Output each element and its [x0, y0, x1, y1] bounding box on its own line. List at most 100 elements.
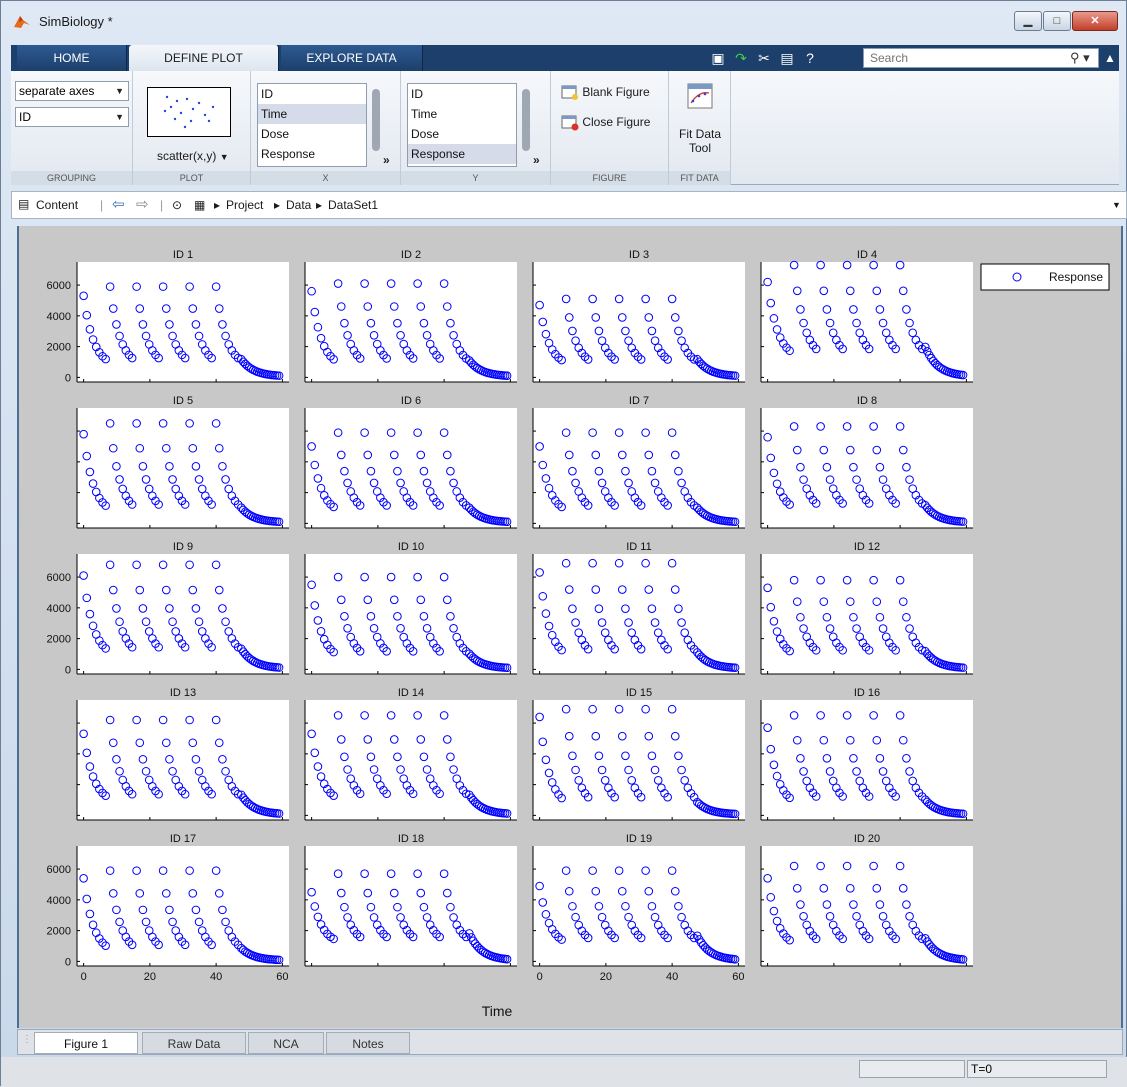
content-toggle[interactable]: Content	[36, 198, 78, 212]
y-section: ID Time Dose Response » Y	[401, 71, 551, 185]
divider: |	[160, 198, 164, 212]
forward-arrow-icon[interactable]: ⇨	[136, 195, 149, 213]
tab-raw-data-label: Raw Data	[167, 1037, 221, 1051]
axes-panel	[761, 846, 973, 966]
x-item-time[interactable]: Time	[258, 104, 366, 124]
axes-panel	[305, 408, 517, 528]
x-variable-list[interactable]: ID Time Dose Response	[257, 83, 367, 167]
y-more-icon[interactable]: »	[533, 153, 540, 167]
ribbon-tab-strip: HOME DEFINE PLOT EXPLORE DATA ▣ ↷ ✂ ▤ ? …	[11, 45, 1119, 71]
axes-panel	[77, 554, 289, 674]
panel-title: ID 18	[398, 833, 424, 845]
search-box[interactable]: ⚲ ▾	[863, 48, 1099, 68]
y-tick-label: 2000	[47, 926, 71, 938]
tab-nca[interactable]: NCA	[248, 1032, 324, 1054]
y-tick-label: 4000	[47, 895, 71, 907]
help-icon[interactable]: ?	[801, 49, 819, 67]
close-icon: ✕	[1090, 15, 1100, 27]
close-figure-button[interactable]: Close Figure	[561, 115, 650, 131]
back-arrow-icon[interactable]: ⇦	[112, 195, 125, 213]
fit-data-section: Fit Data Tool FIT DATA	[669, 71, 731, 185]
address-dropdown-icon[interactable]: ▼	[1112, 200, 1121, 210]
history-dropdown-icon[interactable]: ⊙	[172, 198, 182, 212]
y-item-dose[interactable]: Dose	[408, 124, 516, 144]
axes-panel	[533, 554, 745, 674]
x-item-id[interactable]: ID	[258, 84, 366, 104]
address-bar: ▤ Content | ⇦ ⇨ | ⊙ ▦ ▸ Project ▸ Data ▸…	[11, 191, 1127, 219]
tab-define-plot[interactable]: DEFINE PLOT	[129, 45, 279, 71]
layout-dropdown[interactable]: separate axes ▼	[15, 81, 129, 101]
document-tabs: ⋮ Figure 1 Raw Data NCA Notes	[17, 1029, 1123, 1055]
fit-data-tool-button[interactable]: Fit Data Tool	[669, 127, 731, 155]
y-item-response[interactable]: Response	[408, 144, 516, 164]
y-tick-label: 6000	[47, 280, 71, 292]
panel-title: ID 7	[629, 395, 649, 407]
tools-icon[interactable]: ✂	[755, 49, 773, 67]
breadcrumb-dataset[interactable]: DataSet1	[328, 198, 378, 212]
blank-figure-label: Blank Figure	[582, 85, 650, 100]
figure-section: Blank Figure Close Figure FIGURE	[551, 71, 669, 185]
tab-explore-data[interactable]: EXPLORE DATA	[281, 45, 423, 71]
x-tick-label: 20	[144, 971, 156, 983]
window-icon[interactable]: ▤	[778, 49, 796, 67]
axes-panel	[761, 554, 973, 674]
plot-label: PLOT	[133, 171, 250, 185]
tab-raw-data[interactable]: Raw Data	[142, 1032, 246, 1054]
grouping-label: GROUPING	[11, 171, 132, 185]
minimize-icon: ▁	[1023, 15, 1033, 27]
x-list-scrollbar[interactable]	[369, 81, 383, 161]
collapse-ribbon-icon[interactable]: ▲	[1103, 48, 1117, 68]
axes-panel	[305, 700, 517, 820]
content-panel-icon[interactable]: ▤	[18, 197, 29, 211]
panel-title: ID 10	[398, 541, 424, 553]
breadcrumb-data[interactable]: Data	[286, 198, 311, 212]
group-by-dropdown[interactable]: ID ▼	[15, 107, 129, 127]
panel-title: ID 6	[401, 395, 421, 407]
panel-title: ID 11	[626, 541, 651, 553]
close-figure-icon	[561, 115, 579, 131]
fit-data-tool-icon[interactable]	[687, 83, 713, 109]
y-list-scrollbar[interactable]	[519, 81, 533, 161]
fit-data-label-1: Fit Data	[678, 127, 721, 141]
scatter-preview-icon[interactable]	[147, 87, 231, 137]
tab-figure-1[interactable]: Figure 1	[34, 1032, 138, 1054]
panel-title: ID 3	[629, 249, 649, 261]
search-icon[interactable]: ⚲ ▾	[1070, 50, 1090, 66]
minimize-button[interactable]: ▁	[1014, 11, 1042, 31]
fit-data-label-2: Tool	[688, 141, 711, 155]
x-item-dose[interactable]: Dose	[258, 124, 366, 144]
y-label: Y	[401, 171, 550, 185]
y-variable-list[interactable]: ID Time Dose Response	[407, 83, 517, 167]
tab-home-label: HOME	[53, 51, 90, 65]
x-section: ID Time Dose Response » X	[251, 71, 401, 185]
scroll-thumb[interactable]	[522, 89, 530, 151]
blank-figure-button[interactable]: Blank Figure	[561, 85, 650, 101]
undo-icon[interactable]: ↷	[732, 49, 750, 67]
close-window-button[interactable]: ✕	[1072, 11, 1118, 31]
axes-panel	[77, 262, 289, 382]
panel-title: ID 1	[173, 249, 193, 261]
y-item-time[interactable]: Time	[408, 104, 516, 124]
y-tick-label: 0	[65, 372, 71, 384]
tab-notes[interactable]: Notes	[326, 1032, 410, 1054]
panel-title: ID 14	[398, 687, 424, 699]
axes-panel	[533, 846, 745, 966]
axes-panel	[77, 700, 289, 820]
maximize-button[interactable]: □	[1043, 11, 1071, 31]
plot-grid: ID 10200040006000ID 2 ID 3 ID 4ID 5 ID 6 ID …	[47, 249, 1110, 1019]
y-tick-label: 2000	[47, 342, 71, 354]
x-more-icon[interactable]: »	[383, 153, 390, 167]
y-item-id[interactable]: ID	[408, 84, 516, 104]
x-item-response[interactable]: Response	[258, 144, 366, 164]
x-tick-label: 40	[666, 971, 678, 983]
axes-panel	[305, 554, 517, 674]
x-tick-label: 60	[276, 971, 288, 983]
legend-entry: Response	[1049, 270, 1103, 284]
search-input[interactable]	[868, 50, 1058, 66]
scroll-thumb[interactable]	[372, 89, 380, 151]
breadcrumb-project[interactable]: Project	[226, 198, 263, 212]
figure-canvas: ID 1 0 2000 4000 6000 ID 2 ID 3 ID 4 ID 5 ID 6 ID …	[17, 226, 1123, 1028]
save-icon[interactable]: ▣	[709, 49, 727, 67]
tab-home[interactable]: HOME	[17, 45, 127, 71]
plot-type-dropdown[interactable]: scatter(x,y) ▼	[157, 149, 229, 163]
